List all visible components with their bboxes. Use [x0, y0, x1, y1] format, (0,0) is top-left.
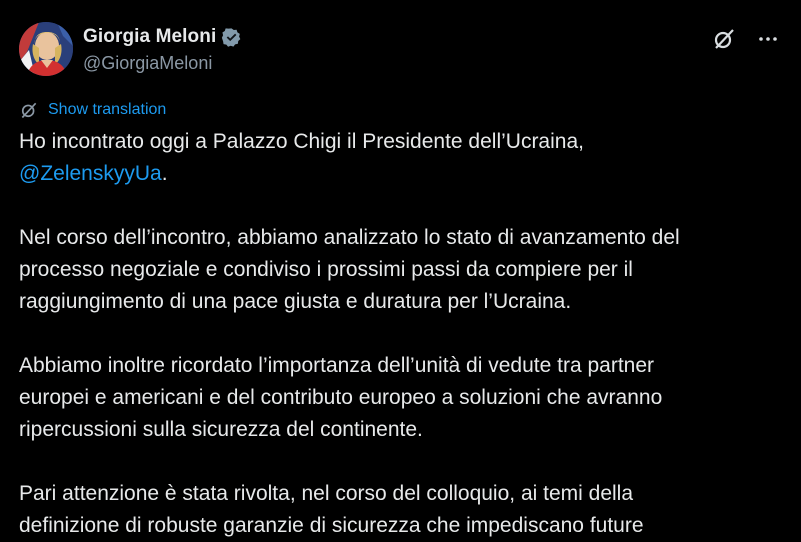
- display-name[interactable]: Giorgia Meloni: [83, 26, 216, 48]
- tweet-paragraph: Ho incontrato oggi a Palazzo Chigi il Pr…: [19, 126, 789, 190]
- text-line: ripercussioni sulla sicurezza del contin…: [19, 418, 423, 441]
- mention-link[interactable]: @ZelenskyyUa: [19, 162, 162, 185]
- author-handle[interactable]: @GiorgiaMeloni: [83, 53, 242, 74]
- show-translation-label[interactable]: Show translation: [48, 101, 166, 119]
- avatar[interactable]: [19, 22, 73, 76]
- top-actions: [711, 26, 781, 52]
- mention-suffix: .: [161, 162, 168, 185]
- text-line: @ZelenskyyUa.: [19, 158, 789, 190]
- name-row: Giorgia Meloni: [83, 25, 242, 49]
- text-line: Abbiamo inoltre ricordato l’importanza d…: [19, 354, 655, 377]
- text-line: Ho incontrato oggi a Palazzo Chigi il Pr…: [19, 130, 584, 153]
- text-line: processo negoziale e condiviso i prossim…: [19, 258, 633, 281]
- tweet-body: Ho incontrato oggi a Palazzo Chigi il Pr…: [19, 126, 789, 542]
- more-icon[interactable]: [755, 26, 781, 52]
- text-line: Pari attenzione è stata rivolta, nel cor…: [19, 482, 634, 505]
- grok-icon[interactable]: [711, 26, 737, 52]
- text-line: europei e americani e del contributo eur…: [19, 386, 663, 409]
- verified-badge-icon[interactable]: [221, 27, 242, 48]
- text-line: raggiungimento di una pace giusta e dura…: [19, 290, 572, 313]
- show-translation-link[interactable]: Show translation: [19, 100, 166, 120]
- tweet-header: Giorgia Meloni @GiorgiaMeloni: [19, 20, 781, 80]
- text-line: definizione di robuste garanzie di sicur…: [19, 514, 644, 537]
- translate-icon: [19, 100, 39, 120]
- author-block: Giorgia Meloni @GiorgiaMeloni: [83, 25, 242, 74]
- text-line: Nel corso dell’incontro, abbiamo analizz…: [19, 226, 680, 249]
- tweet-paragraph: Abbiamo inoltre ricordato l’importanza d…: [19, 350, 789, 446]
- tweet-paragraph: Pari attenzione è stata rivolta, nel cor…: [19, 478, 789, 542]
- tweet-paragraph: Nel corso dell’incontro, abbiamo analizz…: [19, 222, 789, 318]
